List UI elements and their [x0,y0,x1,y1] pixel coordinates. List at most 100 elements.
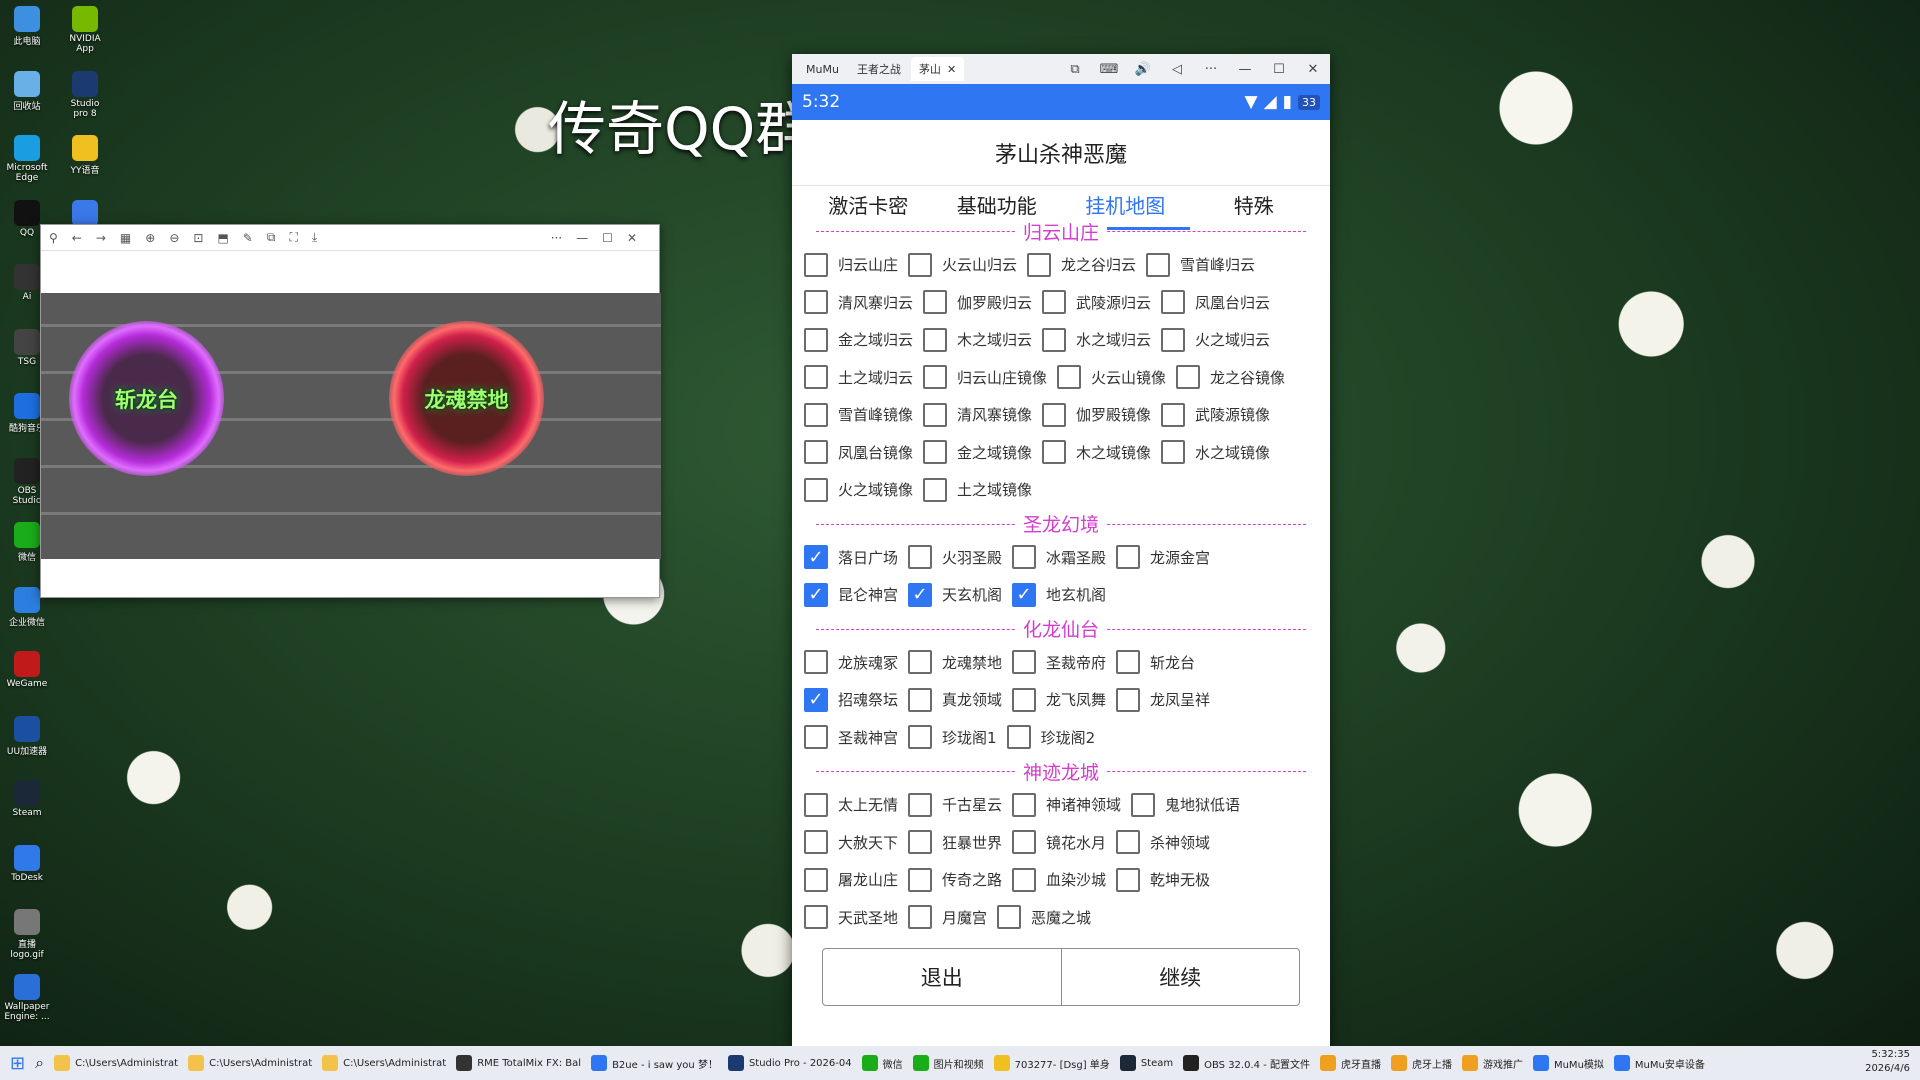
taskbar-item[interactable]: Studio Pro - 2026-04 [727,1055,852,1071]
map-option[interactable]: 土之域归云 [804,365,913,390]
emulator-bar-icon[interactable]: ☐ [1262,62,1296,77]
checkbox[interactable] [923,402,948,427]
checkbox[interactable] [908,905,933,930]
map-option[interactable]: 圣裁帝府 [1012,650,1106,675]
checkbox[interactable] [804,365,828,390]
emulator-window[interactable]: MuMu 王者之战 茅山 ✕ ⧉ ⌨ 🔊 ◁ ··· — ☐ ✕ 5:32 ▼ ◢ ▮ 33 茅山杀神… [792,54,1330,1048]
checkbox[interactable] [1176,365,1201,390]
map-option[interactable]: 太上无情 [804,792,898,817]
map-option[interactable]: 伽罗殿归云 [923,290,1032,315]
desktop-icon[interactable]: WeGame [4,651,50,689]
viewer-tool-icon[interactable]: ✎ [243,231,253,245]
checkbox[interactable] [923,440,948,465]
desktop-icon[interactable]: Steam [4,780,50,818]
map-option[interactable]: 斩龙台 [1116,650,1195,675]
taskbar-item[interactable]: 图片和视频 [912,1055,984,1071]
map-option[interactable]: 珍珑阁2 [1006,725,1095,750]
map-option[interactable]: 武陵源镜像 [1161,402,1270,427]
desktop-icon[interactable]: Microsoft Edge [4,135,50,183]
map-option[interactable]: 千古星云 [908,792,1002,817]
map-option[interactable]: 雪首峰镜像 [804,402,913,427]
map-option[interactable]: 金之域归云 [804,327,913,352]
map-option[interactable]: 珍珑阁1 [908,725,997,750]
checkbox[interactable] [804,252,828,277]
checkbox[interactable] [804,402,828,427]
checkbox[interactable] [1012,650,1037,675]
map-option[interactable]: ✓ 招魂祭坛 [804,687,898,712]
checkbox[interactable] [908,687,933,712]
desktop-icon[interactable]: 此电脑 [4,6,50,47]
map-option[interactable]: 龙之谷镜像 [1176,365,1285,390]
checkbox[interactable] [908,650,933,675]
desktop-icon[interactable]: YY语音 [62,135,108,176]
map-option[interactable]: ✓ 地玄机阁 [1012,582,1106,607]
taskbar-item[interactable]: MuMu模拟 [1532,1055,1604,1071]
map-option[interactable]: 雪首峰归云 [1146,252,1255,277]
emulator-bar-icon[interactable]: ⌨ [1092,62,1126,77]
desktop-icon[interactable]: Studio pro 8 [62,70,108,119]
emulator-bar-icon[interactable]: ⧉ [1058,62,1092,77]
map-option[interactable]: 火羽圣殿 [908,545,1002,570]
checkbox[interactable] [1006,725,1031,750]
map-option[interactable]: 龙之谷归云 [1027,252,1136,277]
checkbox[interactable]: ✓ [908,582,933,607]
checkbox[interactable] [1042,402,1067,427]
checkbox[interactable] [804,792,828,817]
map-option[interactable]: 火云山归云 [908,252,1017,277]
viewer-tool-icon[interactable]: ⤓ [312,230,317,245]
viewer-tool-icon[interactable]: ⊖ [169,231,179,245]
emulator-tab[interactable]: MuMu [798,57,847,81]
map-option[interactable]: 冰霜圣殿 [1012,545,1106,570]
more-icon[interactable]: ··· [551,231,562,245]
checkbox[interactable]: ✓ [804,582,828,607]
start-icon[interactable]: ⊞ [10,1053,25,1074]
map-option[interactable]: 火之域镜像 [804,477,913,502]
desktop-icon[interactable]: UU加速器 [4,715,50,757]
map-option[interactable]: 血染沙城 [1012,867,1106,892]
checkbox[interactable] [1161,290,1186,315]
emulator-bar-icon[interactable]: — [1228,62,1262,77]
map-option[interactable]: 凤凰台归云 [1161,290,1270,315]
map-option[interactable]: 归云山庄镜像 [923,365,1047,390]
desktop-icon[interactable]: 直播logo.gif [4,909,50,960]
checkbox[interactable] [908,252,933,277]
checkbox[interactable] [1161,327,1186,352]
map-option[interactable]: 龙凤呈祥 [1116,687,1210,712]
close-icon[interactable]: ✕ [627,231,637,245]
checkbox[interactable] [804,327,828,352]
viewer-tool-icon[interactable]: ← [72,231,82,245]
map-option[interactable]: ✓ 昆仑神宫 [804,582,898,607]
checkbox[interactable] [804,477,828,502]
viewer-tool-icon[interactable]: ⊕ [145,231,155,245]
checkbox[interactable] [1057,365,1082,390]
map-option[interactable]: 真龙领域 [908,687,1002,712]
continue-button[interactable]: 继续 [1062,949,1300,1005]
map-option[interactable]: 龙飞凤舞 [1012,687,1106,712]
map-option[interactable]: 圣裁神宫 [804,725,898,750]
checkbox[interactable] [923,327,948,352]
map-option[interactable]: ✓ 天玄机阁 [908,582,1002,607]
viewer-tool-icon[interactable]: ⊡ [193,231,203,245]
photo-viewer-window[interactable]: ⚲ ← → ▦ ⊕ ⊖ ⊡ ⬒ ✎ ⧉ ⛶ ⤓ ··· — ☐ ✕ 斩龙台 龙魂禁地 [40,224,661,598]
tab-close-icon[interactable]: ✕ [947,63,956,76]
checkbox[interactable] [804,830,828,855]
map-option[interactable]: 火之域归云 [1161,327,1270,352]
checkbox[interactable] [1027,252,1052,277]
viewer-tool-icon[interactable]: ⧉ [267,230,276,245]
map-option[interactable]: 镜花水月 [1012,830,1106,855]
search-icon[interactable]: ⌕ [35,1053,44,1073]
taskbar-item[interactable]: 703277- [Dsg] 单身 [993,1055,1110,1071]
maximize-icon[interactable]: ☐ [602,231,613,245]
map-option[interactable]: 武陵源归云 [1042,290,1151,315]
map-option[interactable]: 龙源金宫 [1116,545,1210,570]
checkbox[interactable] [1012,830,1037,855]
viewer-tool-icon[interactable]: → [96,231,106,245]
taskbar-item[interactable]: C:\Users\Administrat [322,1055,446,1071]
checkbox[interactable] [1131,792,1156,817]
emulator-bar-icon[interactable]: ◁ [1160,62,1194,77]
map-option[interactable]: 清风寨归云 [804,290,913,315]
checkbox[interactable] [1012,687,1037,712]
map-option[interactable]: 伽罗殿镜像 [1042,402,1151,427]
map-option[interactable]: 木之域镜像 [1042,440,1151,465]
taskbar-item[interactable]: C:\Users\Administrat [54,1055,178,1071]
